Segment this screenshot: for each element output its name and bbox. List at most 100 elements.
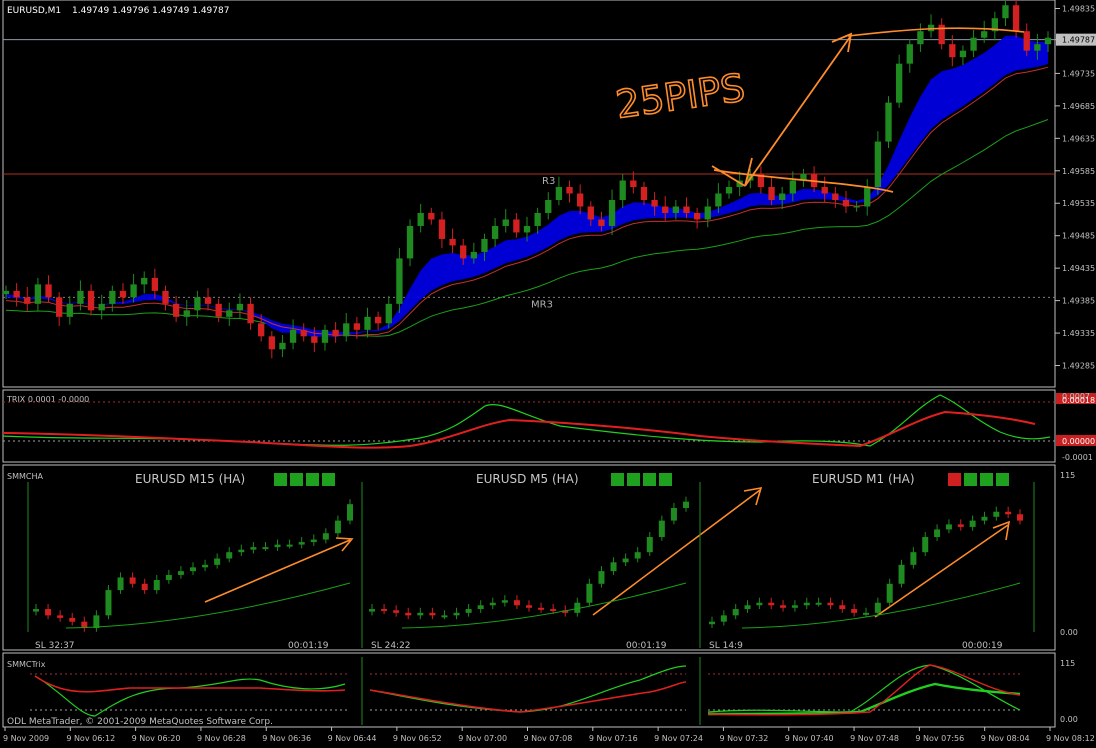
candle-body [98,303,105,311]
ha-candle-body [334,520,341,534]
ha-candle-body [45,609,52,616]
candle-body [162,290,169,304]
candle-body [842,199,850,207]
status-square-green [627,473,640,486]
metatrader-chart[interactable]: EURUSD,M1 1.49749 1.49796 1.49749 1.4978… [0,0,1096,748]
candle-body [2,290,10,295]
candle-body [109,290,116,304]
ha-candle-body [153,579,160,591]
candle-body [981,31,988,38]
trix-axis-zero: 0.00000 [1062,437,1095,446]
m1-title: EURUSD M1 (HA) [812,472,915,486]
m15-timer: 00:01:19 [288,641,329,651]
candle-body [693,212,701,220]
ha-candle-body [898,564,905,584]
candle-body [789,180,796,194]
price-label: 1.49535 [1062,199,1095,208]
candle-body [34,284,42,304]
m15-sl: SL 32:37 [35,641,75,651]
ha-candle-body [274,544,281,548]
ha-candle-body [634,552,641,559]
candle-body [77,290,84,304]
candle-body [66,303,73,317]
candle-body [24,297,31,304]
candle-body [236,303,244,311]
m5-sl: SL 24:22 [371,641,411,651]
ha-candle-body [791,605,798,608]
ha-candle-body [393,610,400,613]
candle-body [672,206,680,213]
candle-body [141,277,148,285]
candle-body [598,219,605,226]
time-label: 9 Nov 08:12 [1046,734,1095,743]
candle-body [119,290,127,298]
candle-body [289,329,297,343]
ha-candle-body [465,609,472,613]
m5-timer: 00:01:19 [626,641,667,651]
ha-candle-body [165,574,172,580]
time-label: 9 Nov 07:40 [785,734,834,743]
time-label: 9 Nov 2009 [3,734,49,743]
ha-candle-body [141,583,148,591]
ha-candle-body [874,602,881,613]
candle-body [864,187,871,207]
ha-candle-body [33,609,39,612]
ha-candle-body [226,552,233,559]
ha-candle-body [646,537,653,553]
ha-candle-body [780,605,787,608]
time-label: 9 Nov 06:52 [393,734,442,743]
m15-title: EURUSD M15 (HA) [135,472,245,486]
time-label: 9 Nov 07:48 [850,734,899,743]
time-label: 9 Nov 07:08 [524,734,573,743]
ha-candle-body [129,577,136,584]
candle-body [545,199,552,213]
price-label: 1.49485 [1062,232,1095,241]
time-label: 9 Nov 06:36 [262,734,311,743]
smmcha-axis-bottom: 0.00 [1060,628,1078,637]
ha-candle-body [969,520,976,527]
trix-axis-value: 0.00018 [1062,396,1095,405]
candle-body [481,238,488,252]
candle-body [608,199,616,226]
ha-candle-body [369,609,375,612]
candle-body [1002,5,1009,19]
ha-candle-body [238,549,245,553]
ha-candle-body [756,602,763,606]
ha-candle-body [417,612,424,616]
time-label: 9 Nov 07:00 [458,734,507,743]
candle-body [45,284,52,298]
time-label: 9 Nov 06:12 [66,734,115,743]
smmcha-axis-top: 115 [1060,471,1075,480]
candle-body [353,323,361,330]
candle-body [279,342,286,350]
ha-candle-body [922,537,929,553]
status-square-green [964,473,977,486]
ha-candle-body [839,605,846,610]
ha-candle-body [993,511,1000,517]
ha-candle-body [945,524,952,530]
time-label: 9 Nov 07:32 [719,734,768,743]
ha-candle-body [441,615,448,618]
price-label: 1.49285 [1062,362,1095,371]
candle-body [534,212,541,226]
ha-candle-body [190,567,196,572]
symbol-label: EURUSD,M1 [7,6,61,16]
ha-candle-body [347,504,353,521]
candle-body [555,187,563,200]
ha-candle-body [709,621,715,625]
candle-body [321,329,329,343]
time-label: 9 Nov 06:44 [328,734,377,743]
ha-candle-body [298,542,305,545]
ha-candle-body [538,607,545,610]
candle-body [619,180,626,200]
candle-body [300,329,307,337]
candle-body [428,212,435,220]
ha-candle-body [827,602,834,606]
price-label: 1.49735 [1062,69,1095,78]
ha-candle-body [69,617,76,622]
candle-body [832,193,839,200]
candle-body [470,251,477,259]
candle-body [406,225,414,259]
time-label: 9 Nov 06:20 [132,734,181,743]
status-square-green [274,473,287,486]
